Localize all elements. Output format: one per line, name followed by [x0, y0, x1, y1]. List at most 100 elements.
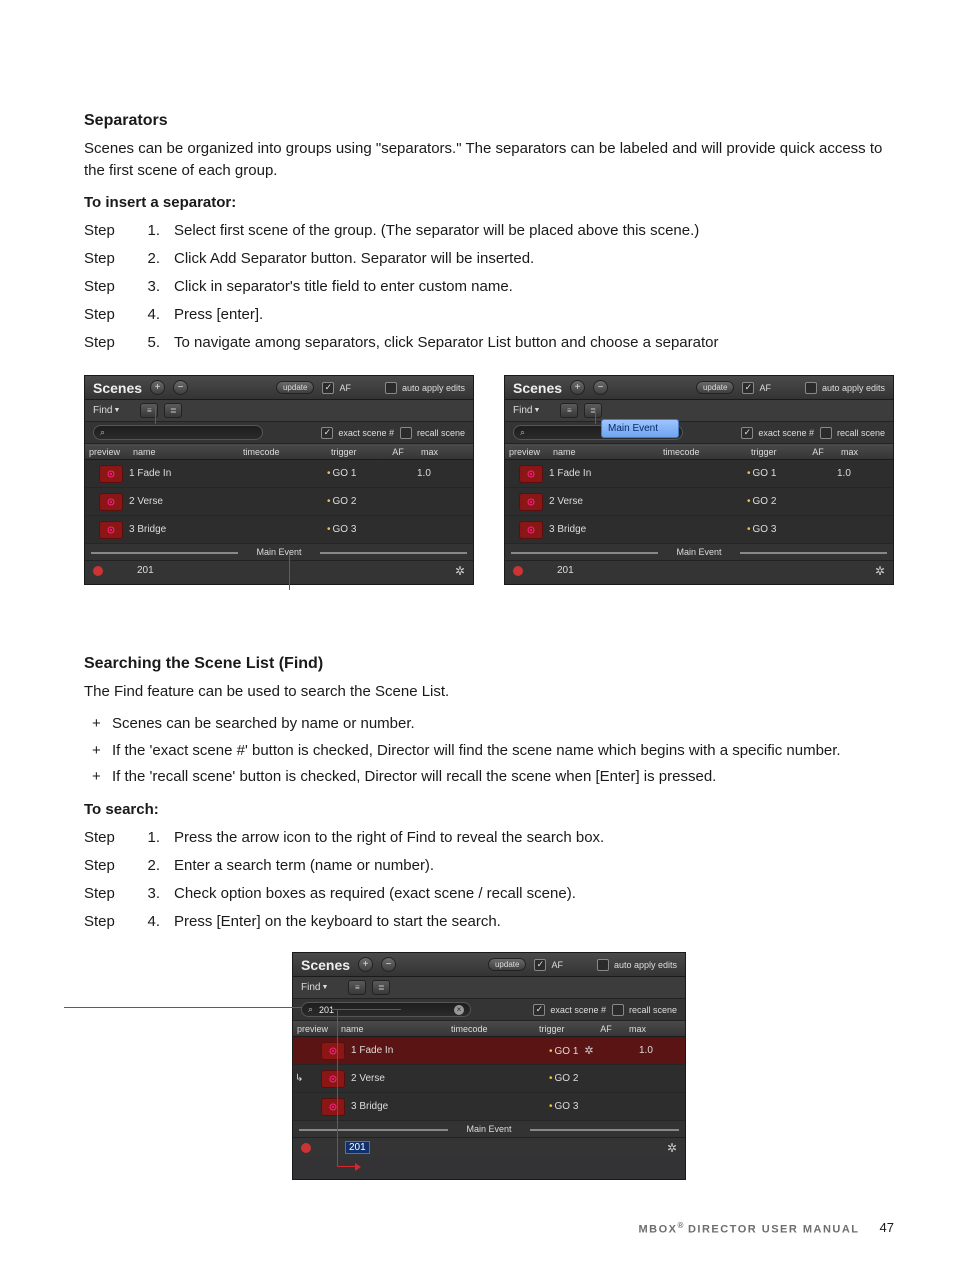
recall-scene-toggle[interactable]: recall scene [612, 1004, 677, 1016]
exact-scene-toggle[interactable]: exact scene # [321, 427, 394, 439]
search-input[interactable] [317, 1004, 450, 1016]
add-separator-button[interactable]: ≡ [560, 403, 578, 418]
find-label[interactable]: Find▼ [93, 405, 120, 416]
remove-scene-button[interactable]: − [173, 380, 188, 395]
find-label[interactable]: Find▼ [301, 982, 328, 993]
scene-trigger: •GO 3 [747, 524, 799, 535]
step-number: 3. [140, 275, 160, 299]
scene-trigger: •GO 1 [747, 468, 799, 479]
clear-search-icon[interactable]: × [454, 1005, 464, 1015]
remove-scene-button[interactable]: − [593, 380, 608, 395]
record-icon [513, 566, 523, 576]
scene-row[interactable]: 1 Fade In•GO 1✲1.0 [293, 1037, 685, 1065]
step-text: Select first scene of the group. (The se… [174, 219, 894, 243]
remove-scene-button[interactable]: − [381, 957, 396, 972]
scene-name: 2 Verse [351, 1073, 461, 1084]
scene-preview-thumb [321, 1098, 345, 1116]
find-label[interactable]: Find▼ [513, 405, 540, 416]
separator-screenshot-pair: Scenes+−updateAFauto apply editsFind▼≡≣⌕… [84, 375, 894, 585]
recall-scene-toggle[interactable]: recall scene [400, 427, 465, 439]
exact-scene-toggle[interactable]: exact scene # [741, 427, 814, 439]
update-button[interactable]: update [696, 381, 734, 394]
step-text: Enter a search term (name or number). [174, 854, 894, 878]
step-text: Click in separator's title field to ente… [174, 275, 894, 299]
scene-row[interactable]: 3 Bridge•GO 3 [85, 516, 473, 544]
af-toggle[interactable]: AF [742, 382, 771, 394]
exact-scene-toggle[interactable]: exact scene # [533, 1004, 606, 1016]
step-number: 5. [140, 331, 160, 355]
step: Step3.Check option boxes as required (ex… [84, 882, 894, 906]
search-field-wrap: ⌕× [301, 1002, 471, 1017]
step: Step2.Enter a search term (name or numbe… [84, 854, 894, 878]
scene-name: 1 Fade In [129, 468, 239, 479]
page-footer: MBOX® DIRECTOR USER MANUAL 47 [84, 1220, 894, 1235]
step-label: Step [84, 247, 126, 271]
panel-title: Scenes [93, 380, 142, 396]
scene-list: 1 Fade In •GO 1 1.0 2 Verse•GO 23 Bridge•GO… [505, 460, 893, 560]
step-label: Step [84, 275, 126, 299]
step-text: To navigate among separators, click Sepa… [174, 331, 894, 355]
scene-list: 1 Fade In•GO 1✲1.0↳2 Verse•GO 23 Bridge•… [293, 1037, 685, 1137]
gear-icon[interactable]: ✲ [667, 1141, 677, 1155]
search-input[interactable] [109, 427, 256, 439]
scene-preview-thumb [519, 493, 543, 511]
af-toggle[interactable]: AF [322, 382, 351, 394]
enter-arrow-icon: ↳ [295, 1073, 307, 1084]
recall-scene-toggle[interactable]: recall scene [820, 427, 885, 439]
column-headers: previewnametimecodetriggerAFmax [293, 1021, 685, 1037]
add-scene-button[interactable]: + [150, 380, 165, 395]
column-headers: previewnametimecodetriggerAFmax [505, 444, 893, 460]
scene-row[interactable]: ↳2 Verse•GO 2 [293, 1065, 685, 1093]
step: Step 3. Click in separator's title field t… [84, 275, 894, 299]
step-text: Press [Enter] on the keyboard to start t… [174, 910, 894, 934]
scene-preview-thumb [99, 493, 123, 511]
add-separator-button[interactable]: ≡ [140, 403, 158, 418]
record-icon [301, 1143, 311, 1153]
separators-intro-text: Scenes can be organized into groups usin… [84, 138, 894, 182]
scene-preview-thumb [99, 521, 123, 539]
gear-icon[interactable]: ✲ [584, 1045, 593, 1057]
panel-footer: 201✲ [85, 560, 473, 580]
scene-max: 1.0 [837, 468, 877, 479]
step-number: 2. [140, 247, 160, 271]
panel-title: Scenes [513, 380, 562, 396]
auto-apply-edits-toggle[interactable]: auto apply edits [805, 382, 885, 394]
separator-row[interactable]: Main Event [293, 1121, 685, 1137]
scene-row[interactable]: 2 Verse•GO 2 [85, 488, 473, 516]
to-search-label: To search: [84, 799, 894, 821]
auto-apply-edits-toggle[interactable]: auto apply edits [597, 959, 677, 971]
step: Step1.Press the arrow icon to the right … [84, 826, 894, 850]
search-icon: ⌕ [520, 427, 525, 438]
separator-list-button[interactable]: ≣ [584, 403, 602, 418]
find-intro-text: The Find feature can be used to search t… [84, 681, 894, 703]
scene-row[interactable]: 3 Bridge•GO 3 [505, 516, 893, 544]
gear-icon[interactable]: ✲ [875, 564, 885, 578]
insert-separator-label: To insert a separator: [84, 192, 894, 214]
search-icon: ⌕ [100, 427, 105, 438]
separator-row[interactable]: Main Event [85, 544, 473, 560]
chevron-down-icon: ▼ [113, 407, 120, 414]
separator-list-button[interactable]: ≣ [372, 980, 390, 995]
separator-list-button[interactable]: ≣ [164, 403, 182, 418]
search-icon: ⌕ [308, 1004, 313, 1015]
search-field-wrap: ⌕× [93, 425, 263, 440]
separator-dropdown-item[interactable]: Main Event [601, 419, 679, 438]
scene-row[interactable]: 2 Verse•GO 2 [505, 488, 893, 516]
af-toggle[interactable]: AF [534, 959, 563, 971]
auto-apply-edits-toggle[interactable]: auto apply edits [385, 382, 465, 394]
scene-row[interactable]: 1 Fade In•GO 11.0 [85, 460, 473, 488]
update-button[interactable]: update [276, 381, 314, 394]
scene-trigger: •GO 1✲ [549, 1044, 601, 1057]
add-scene-button[interactable]: + [358, 957, 373, 972]
scene-row[interactable]: 3 Bridge•GO 3 [293, 1093, 685, 1121]
update-button[interactable]: update [488, 958, 526, 971]
gear-icon[interactable]: ✲ [455, 564, 465, 578]
scene-trigger: •GO 1 [327, 468, 379, 479]
scene-name: 1 Fade In [549, 468, 659, 479]
separator-row[interactable]: Main Event [505, 544, 893, 560]
scene-name: 3 Bridge [351, 1101, 461, 1112]
add-scene-button[interactable]: + [570, 380, 585, 395]
add-separator-button[interactable]: ≡ [348, 980, 366, 995]
step-label: Step [84, 910, 126, 934]
scene-row[interactable]: 1 Fade In •GO 1 1.0 [505, 460, 893, 488]
